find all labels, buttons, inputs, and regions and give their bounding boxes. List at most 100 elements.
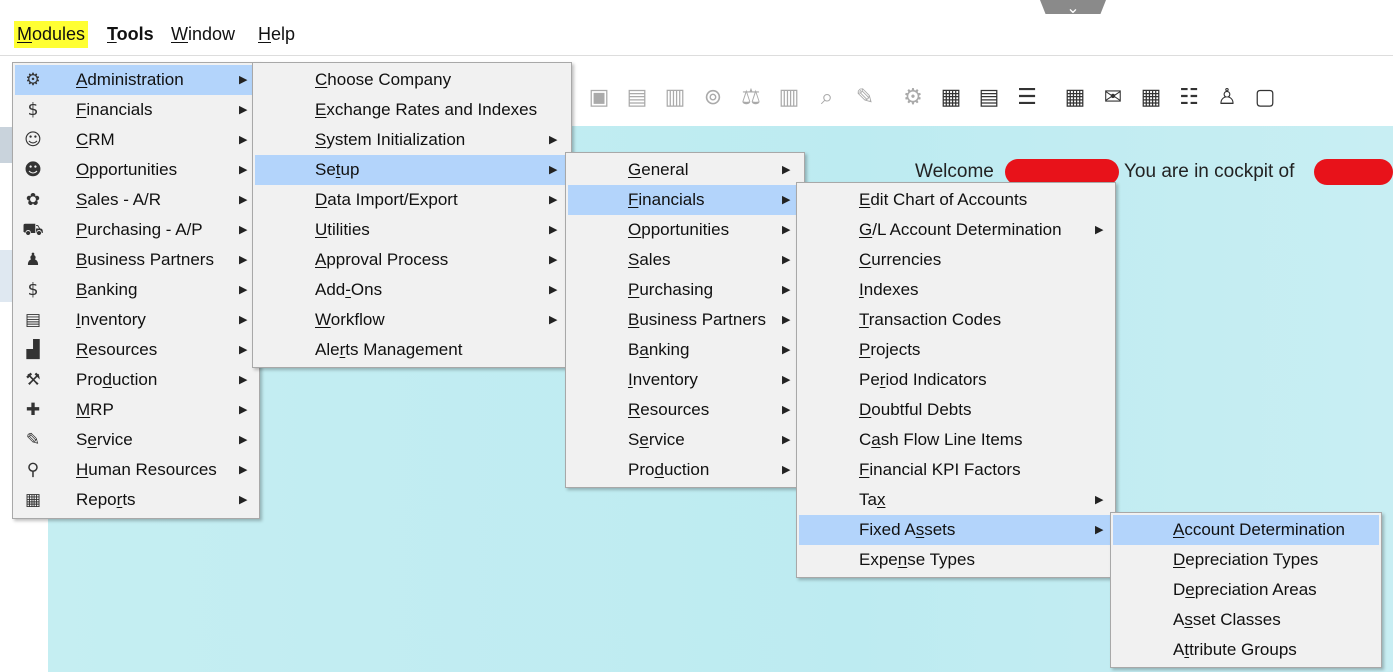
menu-tools[interactable]: Tools bbox=[104, 21, 157, 48]
submenu-arrow-icon: ▶ bbox=[782, 463, 791, 476]
financials-item-transaction-codes[interactable]: Transaction Codes bbox=[799, 305, 1113, 335]
financials-item-expense-types[interactable]: Expense Types bbox=[799, 545, 1113, 575]
submenu-arrow-icon: ▶ bbox=[239, 433, 248, 446]
menu-window[interactable]: Window bbox=[168, 21, 238, 48]
mail-icon[interactable]: ✉ bbox=[1094, 78, 1132, 116]
production-icon: ⚒ bbox=[25, 370, 41, 390]
crm-icon: ☺ bbox=[24, 130, 42, 150]
modules-item-human-resources[interactable]: ⚲ Human Resources ▶ bbox=[15, 455, 257, 485]
message2-icon[interactable]: ☰ bbox=[1008, 78, 1046, 116]
user-icon[interactable]: ♙ bbox=[1208, 78, 1246, 116]
fixed-assets-item-asset-classes[interactable]: Asset Classes bbox=[1113, 605, 1379, 635]
ledger-icon[interactable]: ▥ bbox=[770, 78, 808, 116]
admin-item-add-ons[interactable]: Add-Ons ▶ bbox=[255, 275, 569, 305]
document-icon[interactable]: ▥ bbox=[656, 78, 694, 116]
edit-icon[interactable]: ✎ bbox=[846, 78, 884, 116]
fixed-assets-item-attribute-groups[interactable]: Attribute Groups bbox=[1113, 635, 1379, 665]
menu-item-label: Edit Chart of Accounts bbox=[859, 190, 1028, 209]
admin-item-alerts-management[interactable]: Alerts Management bbox=[255, 335, 569, 365]
modules-item-business-partners[interactable]: ♟ Business Partners ▶ bbox=[15, 245, 257, 275]
menu-modules[interactable]: Modules bbox=[14, 21, 89, 48]
submenu-arrow-icon: ▶ bbox=[549, 313, 558, 326]
submenu-arrow-icon: ▶ bbox=[239, 103, 248, 116]
financials-item-currencies[interactable]: Currencies bbox=[799, 245, 1113, 275]
setup-item-production[interactable]: Production ▶ bbox=[568, 455, 802, 485]
menu-item-label: Approval Process bbox=[315, 250, 449, 269]
menu-item-label: Production bbox=[76, 370, 158, 389]
submenu-arrow-icon: ▶ bbox=[782, 433, 791, 446]
calendar-form-icon[interactable]: ▦ bbox=[1056, 78, 1094, 116]
balance-icon[interactable]: ⚖ bbox=[732, 78, 770, 116]
modules-item-resources[interactable]: ▟ Resources ▶ bbox=[15, 335, 257, 365]
admin-item-workflow[interactable]: Workflow ▶ bbox=[255, 305, 569, 335]
financials-item-g-l-account-determination[interactable]: G/L Account Determination ▶ bbox=[799, 215, 1113, 245]
submenu-arrow-icon: ▶ bbox=[549, 223, 558, 236]
fixed-assets-item-depreciation-types[interactable]: Depreciation Types bbox=[1113, 545, 1379, 575]
modules-item-inventory[interactable]: ▤ Inventory ▶ bbox=[15, 305, 257, 335]
fixed-assets-item-depreciation-areas[interactable]: Depreciation Areas bbox=[1113, 575, 1379, 605]
modules-item-banking[interactable]: $ Banking ▶ bbox=[15, 275, 257, 305]
modules-item-mrp[interactable]: ✚ MRP ▶ bbox=[15, 395, 257, 425]
setup-item-general[interactable]: General ▶ bbox=[568, 155, 802, 185]
setup-item-service[interactable]: Service ▶ bbox=[568, 425, 802, 455]
currency-icon[interactable]: ⊚ bbox=[694, 78, 732, 116]
menu-item-label: Administration bbox=[76, 70, 184, 89]
form-icon[interactable]: ▣ bbox=[580, 78, 618, 116]
fixed-assets-item-account-determination[interactable]: Account Determination bbox=[1113, 515, 1379, 545]
menu-item-label: Choose Company bbox=[315, 70, 452, 89]
admin-item-approval-process[interactable]: Approval Process ▶ bbox=[255, 245, 569, 275]
admin-item-system-initialization[interactable]: System Initialization ▶ bbox=[255, 125, 569, 155]
setup-item-business-partners[interactable]: Business Partners ▶ bbox=[568, 305, 802, 335]
setup-item-resources[interactable]: Resources ▶ bbox=[568, 395, 802, 425]
modules-item-reports[interactable]: ▦ Reports ▶ bbox=[15, 485, 257, 515]
financials-item-financial-kpi-factors[interactable]: Financial KPI Factors bbox=[799, 455, 1113, 485]
modules-item-production[interactable]: ⚒ Production ▶ bbox=[15, 365, 257, 395]
admin-item-setup[interactable]: Setup ▶ bbox=[255, 155, 569, 185]
menu-item-label: Financials bbox=[628, 190, 705, 209]
edit-doc-icon[interactable]: ▦ bbox=[932, 78, 970, 116]
setup-item-banking[interactable]: Banking ▶ bbox=[568, 335, 802, 365]
modules-item-service[interactable]: ✎ Service ▶ bbox=[15, 425, 257, 455]
admin-item-utilities[interactable]: Utilities ▶ bbox=[255, 215, 569, 245]
report-icon[interactable]: ⌕ bbox=[808, 78, 846, 116]
financials-item-doubtful-debts[interactable]: Doubtful Debts bbox=[799, 395, 1113, 425]
menu-item-label: Exchange Rates and Indexes bbox=[315, 100, 538, 119]
setup-item-purchasing[interactable]: Purchasing ▶ bbox=[568, 275, 802, 305]
settings-doc-icon[interactable]: ⚙ bbox=[894, 78, 932, 116]
window-icon[interactable]: ▢ bbox=[1246, 78, 1284, 116]
setup-item-sales[interactable]: Sales ▶ bbox=[568, 245, 802, 275]
admin-item-data-import-export[interactable]: Data Import/Export ▶ bbox=[255, 185, 569, 215]
message-icon[interactable]: ▤ bbox=[970, 78, 1008, 116]
financials-item-indexes[interactable]: Indexes bbox=[799, 275, 1113, 305]
submenu-arrow-icon: ▶ bbox=[239, 73, 248, 86]
financials-item-fixed-assets[interactable]: Fixed Assets ▶ bbox=[799, 515, 1113, 545]
financials-item-period-indicators[interactable]: Period Indicators bbox=[799, 365, 1113, 395]
calculator-icon[interactable]: ▦ bbox=[1132, 78, 1170, 116]
financials-item-cash-flow-line-items[interactable]: Cash Flow Line Items bbox=[799, 425, 1113, 455]
admin-item-exchange-rates-and-indexes[interactable]: Exchange Rates and Indexes bbox=[255, 95, 569, 125]
menu-item-label: Opportunities bbox=[76, 160, 178, 179]
financials-item-tax[interactable]: Tax ▶ bbox=[799, 485, 1113, 515]
modules-item-administration[interactable]: ⚙ Administration ▶ bbox=[15, 65, 257, 95]
org-chart-icon[interactable]: ☷ bbox=[1170, 78, 1208, 116]
form2-icon[interactable]: ▤ bbox=[618, 78, 656, 116]
menu-help[interactable]: Help bbox=[255, 21, 298, 48]
menu-bar: Modules Tools Window Help bbox=[0, 14, 1393, 56]
submenu-arrow-icon: ▶ bbox=[782, 403, 791, 416]
financials-item-edit-chart-of-accounts[interactable]: Edit Chart of Accounts bbox=[799, 185, 1113, 215]
admin-item-choose-company[interactable]: Choose Company bbox=[255, 65, 569, 95]
modules-item-crm[interactable]: ☺ CRM ▶ bbox=[15, 125, 257, 155]
resources-factory-icon: ▟ bbox=[26, 340, 40, 360]
modules-item-purchasing-a-p[interactable]: ⛟ Purchasing - A/P ▶ bbox=[15, 215, 257, 245]
setup-item-financials[interactable]: Financials ▶ bbox=[568, 185, 802, 215]
setup-item-opportunities[interactable]: Opportunities ▶ bbox=[568, 215, 802, 245]
modules-item-financials[interactable]: $ Financials ▶ bbox=[15, 95, 257, 125]
menu-item-label: Data Import/Export bbox=[315, 190, 458, 209]
financials-item-projects[interactable]: Projects bbox=[799, 335, 1113, 365]
modules-item-sales-a-r[interactable]: ✿ Sales - A/R ▶ bbox=[15, 185, 257, 215]
reports-icon: ▦ bbox=[24, 490, 42, 510]
setup-item-inventory[interactable]: Inventory ▶ bbox=[568, 365, 802, 395]
menu-item-label: Alerts Management bbox=[315, 340, 463, 359]
submenu-arrow-icon: ▶ bbox=[1095, 223, 1104, 236]
modules-item-opportunities[interactable]: ☻ Opportunities ▶ bbox=[15, 155, 257, 185]
